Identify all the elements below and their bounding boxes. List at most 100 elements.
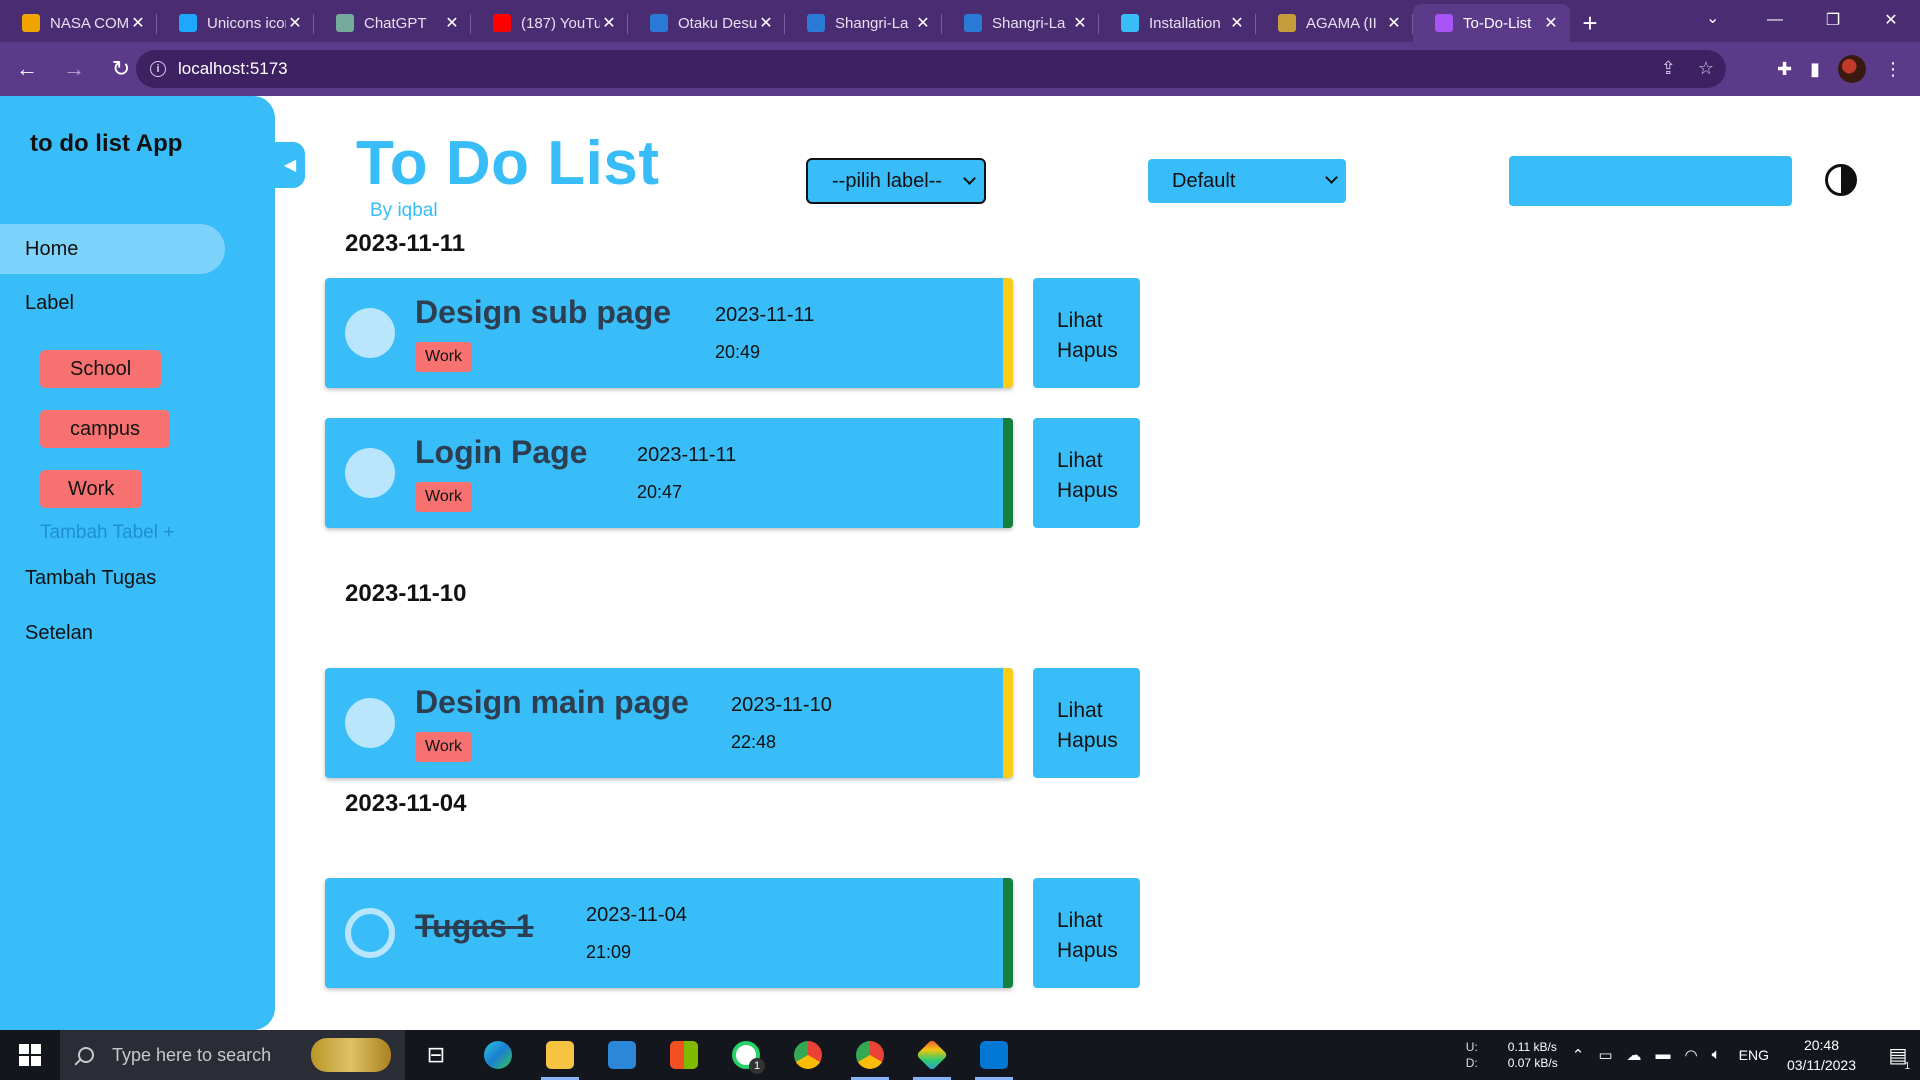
tab-close-icon[interactable]: ✕ bbox=[1385, 13, 1403, 33]
store-icon[interactable] bbox=[653, 1030, 715, 1080]
omnibox-actions: ⇪ ☆ bbox=[1661, 58, 1714, 79]
clock[interactable]: 20:48 03/11/2023 bbox=[1787, 1035, 1856, 1075]
vscode-icon[interactable] bbox=[963, 1030, 1025, 1080]
address-bar[interactable]: i localhost:5173 ⇪ ☆ bbox=[136, 50, 1726, 88]
restore-icon[interactable]: ❐ bbox=[1804, 0, 1862, 40]
mail-icon[interactable] bbox=[591, 1030, 653, 1080]
language-indicator[interactable]: ENG bbox=[1739, 1047, 1769, 1063]
profile-avatar[interactable] bbox=[1838, 55, 1866, 83]
whatsapp-icon[interactable]: 1 bbox=[715, 1030, 777, 1080]
label-chip-work[interactable]: Work bbox=[40, 470, 143, 508]
browser-tab[interactable]: (187) YouTube✕ bbox=[471, 4, 628, 42]
tab-close-icon[interactable]: ✕ bbox=[1071, 13, 1089, 33]
sidebar-item-add-task[interactable]: Tambah Tugas bbox=[25, 567, 156, 590]
new-tab-button[interactable]: + bbox=[1570, 4, 1610, 42]
chrome-profile-icon[interactable] bbox=[839, 1030, 901, 1080]
side-panel-icon[interactable]: ▮ bbox=[1810, 59, 1820, 80]
delete-task-button[interactable]: Hapus bbox=[1057, 476, 1140, 506]
tab-title: Shangri-La bbox=[992, 14, 1066, 32]
forward-arrow-icon[interactable]: → bbox=[54, 49, 94, 89]
task-view-icon[interactable]: ⊟ bbox=[405, 1030, 467, 1080]
task-card[interactable]: Login Page Work 2023-11-11 20:47 bbox=[325, 418, 1013, 528]
star-icon[interactable]: ☆ bbox=[1698, 58, 1714, 79]
kebab-menu-icon[interactable]: ⋮ bbox=[1884, 59, 1902, 80]
task-complete-toggle[interactable] bbox=[345, 448, 395, 498]
task-complete-toggle[interactable] bbox=[345, 308, 395, 358]
upload-label: U: bbox=[1465, 1040, 1478, 1054]
minimize-icon[interactable]: — bbox=[1746, 0, 1804, 40]
search-icon bbox=[78, 1047, 94, 1063]
label-chip-school[interactable]: School bbox=[40, 350, 162, 388]
sidebar-item-label[interactable]: Label bbox=[25, 292, 74, 315]
sidebar: to do list App Home Label School campus … bbox=[0, 96, 275, 1030]
delete-task-button[interactable]: Hapus bbox=[1057, 726, 1140, 756]
view-task-button[interactable]: Lihat bbox=[1057, 696, 1140, 726]
task-card[interactable]: Design sub page Work 2023-11-11 20:49 bbox=[325, 278, 1013, 388]
tab-close-icon[interactable]: ✕ bbox=[286, 13, 304, 33]
tab-close-icon[interactable]: ✕ bbox=[600, 13, 618, 33]
tab-close-icon[interactable]: ✕ bbox=[129, 13, 147, 33]
task-card[interactable]: Tugas 1 2023-11-04 21:09 bbox=[325, 878, 1013, 988]
tab-close-icon[interactable]: ✕ bbox=[757, 13, 775, 33]
tab-close-icon[interactable]: ✕ bbox=[914, 13, 932, 33]
browser-tab[interactable]: Otaku Desu ✕ bbox=[628, 4, 785, 42]
browser-tab[interactable]: To-Do-List ✕ bbox=[1413, 4, 1570, 42]
meet-icon[interactable]: ▭ bbox=[1598, 1046, 1612, 1064]
task-due-time: 22:48 bbox=[731, 732, 777, 752]
chevron-up-icon[interactable]: ⌃ bbox=[1572, 1046, 1585, 1064]
sidebar-item-home[interactable]: Home bbox=[0, 224, 225, 274]
task-card[interactable]: Design main page Work 2023-11-10 22:48 bbox=[325, 668, 1013, 778]
browser-tab[interactable]: AGAMA (II ✕ bbox=[1256, 4, 1413, 42]
edge-icon[interactable] bbox=[467, 1030, 529, 1080]
view-task-button[interactable]: Lihat bbox=[1057, 446, 1140, 476]
tab-title: ChatGPT bbox=[364, 14, 427, 32]
site-info-icon[interactable]: i bbox=[150, 61, 166, 77]
chevron-down-icon bbox=[1325, 171, 1338, 184]
reload-icon[interactable]: ↻ bbox=[101, 49, 141, 89]
tab-close-icon[interactable]: ✕ bbox=[1228, 13, 1246, 33]
theme-toggle-icon[interactable] bbox=[1825, 164, 1857, 196]
browser-tab[interactable]: Installation ✕ bbox=[1099, 4, 1256, 42]
delete-task-button[interactable]: Hapus bbox=[1057, 936, 1140, 966]
date-group-heading: 2023-11-04 bbox=[345, 790, 467, 817]
browser-tab[interactable]: Unicons icons✕ bbox=[157, 4, 314, 42]
git-tool-icon[interactable] bbox=[901, 1030, 963, 1080]
sort-select[interactable]: Default bbox=[1148, 159, 1346, 203]
cloud-icon[interactable]: ☁ bbox=[1627, 1046, 1642, 1064]
battery-icon[interactable]: ▬ bbox=[1656, 1046, 1671, 1064]
volume-icon[interactable]: 🔈︎ bbox=[1712, 1046, 1721, 1064]
view-task-button[interactable]: Lihat bbox=[1057, 906, 1140, 936]
sidebar-collapse-button[interactable]: ◀ bbox=[275, 142, 305, 188]
search-input[interactable] bbox=[1509, 156, 1792, 206]
browser-tab[interactable]: ChatGPT ✕ bbox=[314, 4, 471, 42]
notification-badge: 1 bbox=[1904, 1061, 1910, 1072]
browser-tab[interactable]: NASA COMPETITION✕ bbox=[0, 4, 157, 42]
tab-search-chevron-icon[interactable]: ⌄ bbox=[1706, 8, 1719, 28]
tab-close-icon[interactable]: ✕ bbox=[443, 13, 461, 33]
add-label-link[interactable]: Tambah Tabel + bbox=[40, 522, 174, 544]
task-due-time: 21:09 bbox=[586, 942, 632, 962]
tab-title: To-Do-List bbox=[1463, 14, 1532, 32]
delete-task-button[interactable]: Hapus bbox=[1057, 336, 1140, 366]
notification-icon[interactable]: ▤ 1 bbox=[1876, 1030, 1920, 1080]
task-complete-toggle[interactable] bbox=[345, 908, 395, 958]
favicon-icon bbox=[807, 14, 825, 32]
sidebar-item-settings[interactable]: Setelan bbox=[25, 622, 93, 645]
view-task-button[interactable]: Lihat bbox=[1057, 306, 1140, 336]
label-chip-campus[interactable]: campus bbox=[40, 410, 171, 448]
file-explorer-icon[interactable] bbox=[529, 1030, 591, 1080]
task-complete-toggle[interactable] bbox=[345, 698, 395, 748]
browser-tab[interactable]: Shangri-La ✕ bbox=[785, 4, 942, 42]
start-button[interactable] bbox=[0, 1030, 60, 1080]
share-icon[interactable]: ⇪ bbox=[1661, 58, 1676, 79]
puzzle-icon[interactable]: ✚ bbox=[1777, 59, 1792, 80]
tab-close-icon[interactable]: ✕ bbox=[1542, 13, 1560, 33]
close-window-icon[interactable]: ✕ bbox=[1862, 0, 1920, 40]
tab-title: NASA COMPETITION bbox=[50, 14, 129, 32]
back-arrow-icon[interactable]: ← bbox=[7, 49, 47, 89]
taskbar-search[interactable]: Type here to search bbox=[60, 1030, 405, 1080]
wifi-icon[interactable]: ◠ bbox=[1685, 1046, 1698, 1064]
browser-tab[interactable]: Shangri-La ✕ bbox=[942, 4, 1099, 42]
label-filter-select[interactable]: --pilih label-- bbox=[806, 158, 986, 204]
chrome-icon[interactable] bbox=[777, 1030, 839, 1080]
